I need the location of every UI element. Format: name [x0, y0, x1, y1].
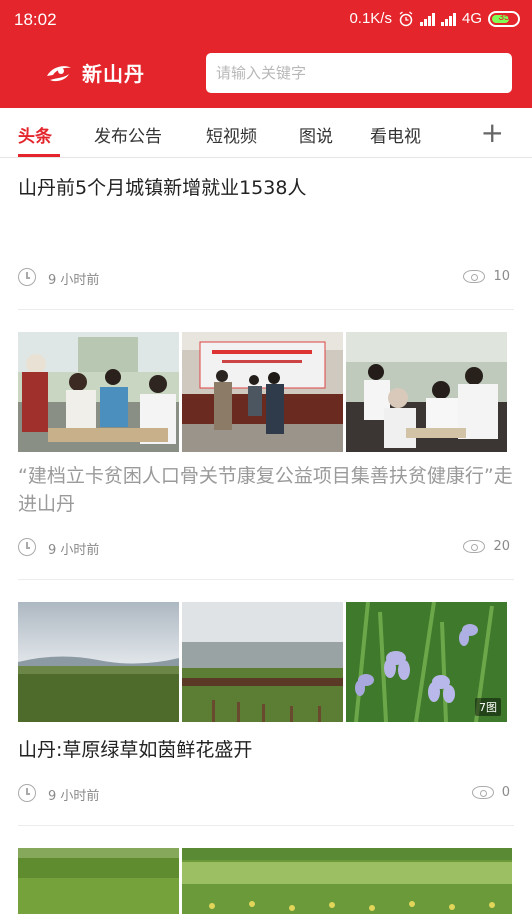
status-icons: 0.1K/s 4G 35: [349, 10, 520, 27]
eye-icon: [471, 786, 494, 799]
search-input[interactable]: [216, 64, 512, 82]
grassland-photo[interactable]: [18, 602, 179, 722]
tab-headlines[interactable]: 头条: [18, 122, 52, 147]
view-count-value: 10: [493, 269, 510, 284]
news-images: [18, 848, 512, 914]
news-meta: 9 小时前 0: [18, 784, 510, 804]
news-images: [18, 332, 507, 452]
news-images: 7图: [18, 602, 507, 722]
news-title[interactable]: 山丹:草原绿草如茵鲜花盛开: [18, 736, 514, 764]
active-tab-indicator: [18, 154, 60, 157]
news-title[interactable]: “建档立卡贫困人口骨关节康复公益项目集善扶贫健康行”走进山丹: [18, 462, 514, 518]
news-time: 9 小时前: [48, 789, 100, 804]
news-title[interactable]: 山丹前5个月城镇新增就业1538人: [18, 174, 514, 202]
tab-watch-tv[interactable]: 看电视: [370, 122, 421, 147]
add-tab-icon[interactable]: +: [481, 116, 504, 149]
tab-announcements[interactable]: 发布公告: [94, 122, 162, 147]
flower-field-photo[interactable]: [182, 848, 512, 914]
news-time: 9 小时前: [48, 543, 100, 558]
tab-photo-stories[interactable]: 图说: [299, 122, 333, 147]
green-field-photo[interactable]: [18, 848, 179, 914]
battery-percent: 35: [498, 11, 510, 23]
status-bar: 18:02 0.1K/s 4G 35: [0, 0, 532, 42]
news-item[interactable]: “建档立卡贫困人口骨关节康复公益项目集善扶贫健康行”走进山丹 9 小时前 20: [0, 310, 532, 580]
iris-flowers-photo[interactable]: 7图: [346, 602, 507, 722]
battery-icon: 35: [488, 10, 520, 27]
photo-count-badge: 7图: [475, 698, 501, 716]
news-item[interactable]: 山丹前5个月城镇新增就业1538人 9 小时前 10: [0, 158, 532, 310]
logo-icon: [47, 65, 71, 81]
app-logo[interactable]: 新山丹: [44, 58, 145, 87]
app-header: 18:02 0.1K/s 4G 35 新山丹: [0, 0, 532, 108]
clock-icon: [18, 268, 36, 286]
alarm-icon: [399, 10, 413, 26]
status-time: 18:02: [14, 10, 57, 29]
news-time: 9 小时前: [48, 273, 100, 288]
view-count: 0: [471, 785, 510, 800]
eye-icon: [463, 540, 486, 553]
horses-grassland-photo[interactable]: [182, 602, 343, 722]
clock-icon: [18, 784, 36, 802]
network-type: 4G: [461, 10, 482, 27]
news-item[interactable]: [0, 826, 532, 914]
crowd-photo[interactable]: [18, 332, 179, 452]
meeting-photo[interactable]: [182, 332, 343, 452]
news-item[interactable]: 7图 山丹:草原绿草如茵鲜花盛开 9 小时前 0: [0, 580, 532, 826]
news-meta: 9 小时前 20: [18, 538, 510, 558]
search-box[interactable]: [206, 53, 512, 93]
view-count-value: 20: [493, 539, 510, 554]
signal-icon: [419, 12, 435, 26]
clock-icon: [18, 538, 36, 556]
news-meta: 9 小时前 10: [18, 268, 510, 288]
medical-checkup-photo[interactable]: [346, 332, 507, 452]
view-count: 20: [463, 539, 510, 554]
category-tabs: 头条 发布公告 短视频 图说 看电视 +: [0, 108, 532, 158]
network-speed: 0.1K/s: [349, 10, 392, 27]
eye-icon: [463, 270, 486, 283]
view-count-value: 0: [501, 785, 510, 800]
view-count: 10: [463, 269, 510, 284]
tab-short-video[interactable]: 短视频: [206, 122, 257, 147]
signal-icon: [440, 12, 456, 26]
app-name: 新山丹: [82, 62, 145, 86]
